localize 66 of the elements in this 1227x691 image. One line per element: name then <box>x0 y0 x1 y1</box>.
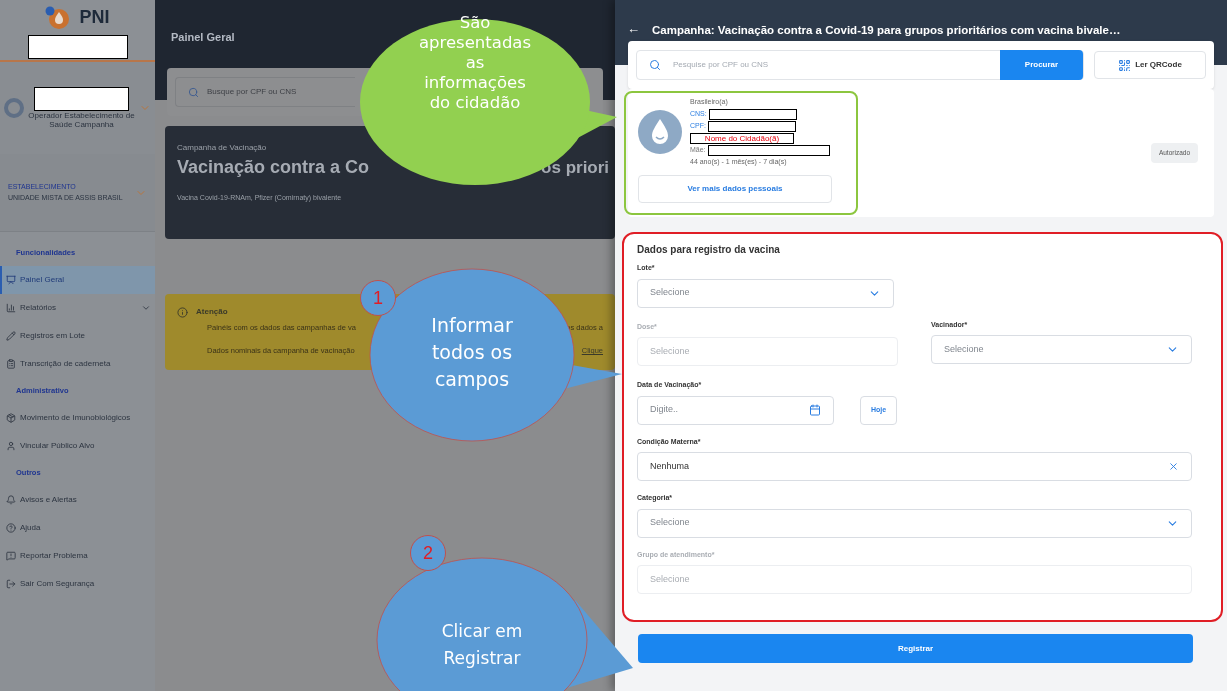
search-placeholder: Pesquise por CPF ou CNS <box>673 59 770 71</box>
user-role: Operador Estabelecimento de Saúde Campanha <box>28 111 135 129</box>
message-icon <box>6 551 16 561</box>
select-field[interactable]: Selecione <box>637 508 1192 538</box>
logo-text: PNI <box>79 6 110 29</box>
search-placeholder: Busque por CPF ou CNS <box>207 86 297 98</box>
date-field[interactable]: Digite.. <box>637 395 834 425</box>
search-icon <box>188 86 199 98</box>
nav-label: Reportar Problema <box>20 550 89 562</box>
nav-item[interactable]: Relatórios <box>0 294 155 322</box>
alert-title: Atenção <box>196 306 228 318</box>
package-icon <box>6 413 16 423</box>
name-redaction: Nome do Cidadão(ã) <box>690 132 794 144</box>
search-icon <box>649 59 661 71</box>
nav-item[interactable]: Avisos e Alertas <box>0 486 155 514</box>
user-icon <box>6 441 16 451</box>
calendar-icon[interactable] <box>809 404 821 416</box>
callout-text: São apresentadas as informações do cidadão <box>417 13 533 113</box>
form-title: Dados para registro da vacina <box>637 243 781 257</box>
pencil-icon <box>6 331 16 341</box>
qr-code-icon <box>1118 58 1132 72</box>
nav-item[interactable]: Vincular Público Alvo <box>0 432 155 460</box>
campaign-label: Campanha de Vacinação <box>177 142 268 154</box>
logout-icon <box>6 579 16 589</box>
page-title: Painel Geral <box>171 31 235 43</box>
bell-icon <box>6 495 16 505</box>
nav-item[interactable]: Transcrição de caderneta <box>0 350 155 378</box>
nav-label: Ajuda <box>20 522 42 534</box>
select-field[interactable]: Selecione <box>637 278 894 308</box>
more-data-button[interactable]: Ver mais dados pessoais <box>638 175 832 203</box>
callout-text: Clicar em Registrar <box>440 620 524 670</box>
nav-label: Transcrição de caderneta <box>20 358 112 370</box>
nav-item[interactable]: Ajuda <box>0 514 155 542</box>
campaign-title: Vacinação contra a Co <box>177 156 370 179</box>
nav-label: Registros em Lote <box>20 330 86 342</box>
search-field[interactable]: Busque por CPF ou CNS <box>175 77 355 107</box>
dashboard-icon <box>6 275 16 285</box>
avatar-icon <box>4 98 24 118</box>
search-button[interactable]: Procurar <box>1000 50 1083 80</box>
search-field[interactable]: Pesquise por CPF ou CNS Procurar <box>636 50 1084 80</box>
clipboard-icon <box>6 359 16 369</box>
nav-item[interactable]: Reportar Problema <box>0 542 155 570</box>
nav-item[interactable]: Registros em Lote <box>0 322 155 350</box>
nav-label: Relatórios <box>20 302 57 314</box>
select-field[interactable]: Selecione <box>931 335 1192 364</box>
chart-icon <box>6 303 16 313</box>
nav-label: Avisos e Alertas <box>20 494 78 506</box>
avatar-icon <box>638 110 682 154</box>
register-button[interactable]: Registrar <box>638 634 1193 663</box>
nav-label: Painel Geral <box>20 274 66 286</box>
select-field[interactable]: Nenhuma <box>637 452 1192 481</box>
qr-button[interactable]: Ler QRCode <box>1094 51 1206 79</box>
nav-item[interactable]: Sair Com Segurança <box>0 570 155 598</box>
info-icon <box>177 306 188 318</box>
clear-icon[interactable] <box>1168 461 1179 472</box>
help-icon <box>6 523 16 533</box>
nav-item[interactable]: Movimento de Imunobiológicos <box>0 404 155 432</box>
nav-label: Vincular Público Alvo <box>20 440 96 452</box>
nav-item[interactable]: Painel Geral <box>0 266 155 294</box>
nav-label: Sair Com Segurança <box>20 578 96 590</box>
logo-icon <box>45 5 72 30</box>
nav-label: Movimento de Imunobiológicos <box>20 412 132 424</box>
panel-title: Campanha: Vacinação contra a Covid-19 para grupos prioritários com vacina bivale… <box>652 23 1121 38</box>
callout-text: Informar todos os campos <box>430 313 514 392</box>
chevron-icon <box>141 303 151 313</box>
back-arrow[interactable]: ← <box>627 22 640 36</box>
